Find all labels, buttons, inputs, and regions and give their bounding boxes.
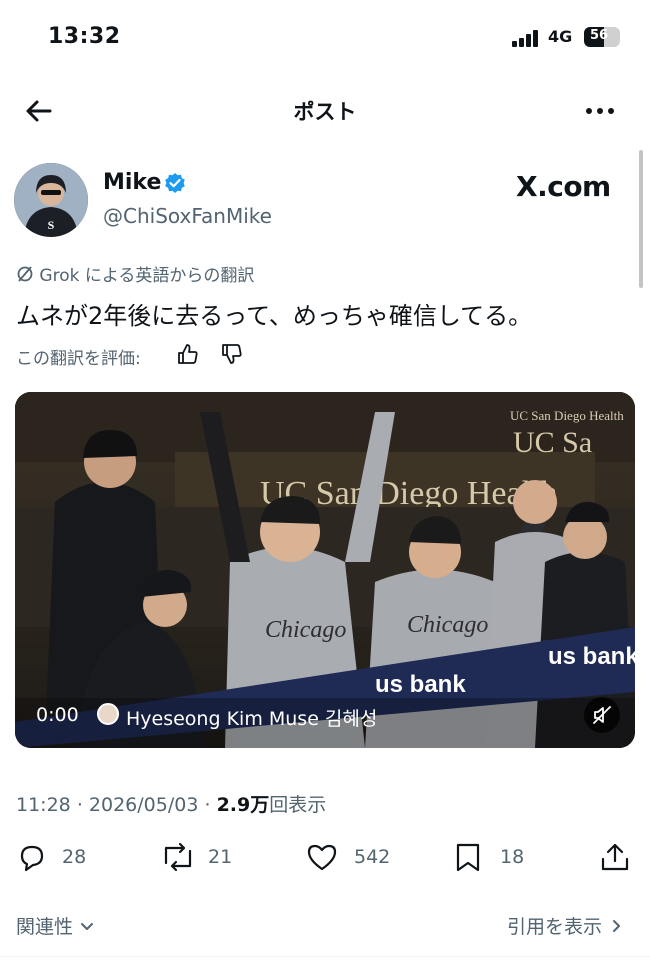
reply-button[interactable]: 28 [16, 838, 106, 874]
sort-related-button[interactable]: 関連性 [16, 912, 95, 939]
rate-label: この翻訳を評価: [16, 349, 141, 369]
heart-icon [307, 844, 337, 871]
signal-icon [512, 30, 542, 47]
repost-count: 21 [208, 846, 233, 868]
mute-button[interactable] [584, 697, 620, 733]
bookmark-button[interactable]: 18 [453, 838, 543, 874]
reply-icon [20, 845, 44, 872]
post-text: ムネが2年後に去るって、めっちゃ確信してる。 [16, 302, 533, 330]
uc-health-sign: UC San Diego Health [510, 408, 624, 423]
creator-avatar [97, 703, 119, 725]
share-icon [601, 843, 629, 871]
view-quotes-link[interactable]: 引用を表示 [507, 912, 624, 939]
post-date: 2026/05/03 [88, 794, 199, 816]
repost-button[interactable]: 21 [160, 838, 250, 874]
reply-footer: 関連性 引用を表示 [0, 908, 650, 948]
svg-text:S: S [48, 218, 55, 232]
repost-icon [164, 842, 192, 872]
status-time: 13:32 [48, 24, 121, 49]
status-bar: 13:32 4G 56 [0, 0, 650, 75]
muted-speaker-icon [593, 706, 611, 724]
video-frame: UC San Diego Health UC San Diego Health … [15, 392, 635, 748]
translation-note[interactable]: Grok による英語からの翻訳 [16, 261, 254, 286]
divider [0, 956, 650, 957]
chevron-down-icon [81, 923, 94, 930]
display-name[interactable]: Mike [103, 170, 161, 195]
reply-count: 28 [62, 846, 87, 868]
svg-text:us bank: us bank [375, 671, 466, 698]
source-label: X.com [516, 170, 611, 203]
post-author: S Mike @ChiSoxFanMike X.com [0, 160, 650, 240]
sort-label: 関連性 [16, 916, 74, 938]
more-button[interactable] [580, 94, 620, 128]
network-type: 4G [548, 27, 573, 46]
video-time: 0:00 [36, 704, 79, 726]
post-meta: 11:28 · 2026/05/03 · 2.9万回表示 [16, 794, 327, 816]
avatar[interactable]: S [14, 163, 88, 237]
view-count: 2.9 [216, 794, 251, 816]
thumbs-down-icon[interactable] [220, 342, 244, 366]
translation-label: Grok による英語からの翻訳 [39, 266, 255, 286]
author-handle[interactable]: @ChiSoxFanMike [103, 204, 272, 228]
post-time: 11:28 [16, 794, 71, 816]
like-count: 542 [354, 846, 391, 868]
page-title: ポスト [293, 100, 357, 124]
view-label: 回表示 [269, 794, 327, 816]
nav-bar: ポスト [0, 82, 650, 138]
share-button[interactable] [598, 838, 632, 874]
svg-text:UC Sa: UC Sa [513, 426, 592, 459]
battery-icon: 56 [584, 27, 620, 47]
thumbs-up-icon[interactable] [176, 342, 200, 366]
more-dots-icon [586, 108, 614, 114]
quotes-label: 引用を表示 [507, 916, 603, 938]
grok-icon [17, 266, 33, 282]
svg-text:Chicago: Chicago [407, 612, 488, 638]
chevron-right-icon [613, 920, 621, 932]
jersey-text-1: Chicago [265, 617, 346, 643]
view-count-unit: 万 [250, 794, 270, 816]
us-bank-sign: us bank [548, 643, 635, 670]
bookmark-icon [456, 843, 480, 872]
action-bar: 28 21 542 18 [0, 838, 650, 878]
bookmark-count: 18 [500, 846, 525, 868]
battery-level: 56 [589, 28, 609, 43]
creator-name[interactable]: Hyeseong Kim Muse 김혜성 [126, 704, 377, 731]
verified-badge-icon [165, 173, 185, 193]
like-button[interactable]: 542 [305, 838, 405, 874]
avatar-image: S [14, 163, 88, 237]
video-player[interactable]: UC San Diego Health UC San Diego Health … [15, 392, 635, 748]
